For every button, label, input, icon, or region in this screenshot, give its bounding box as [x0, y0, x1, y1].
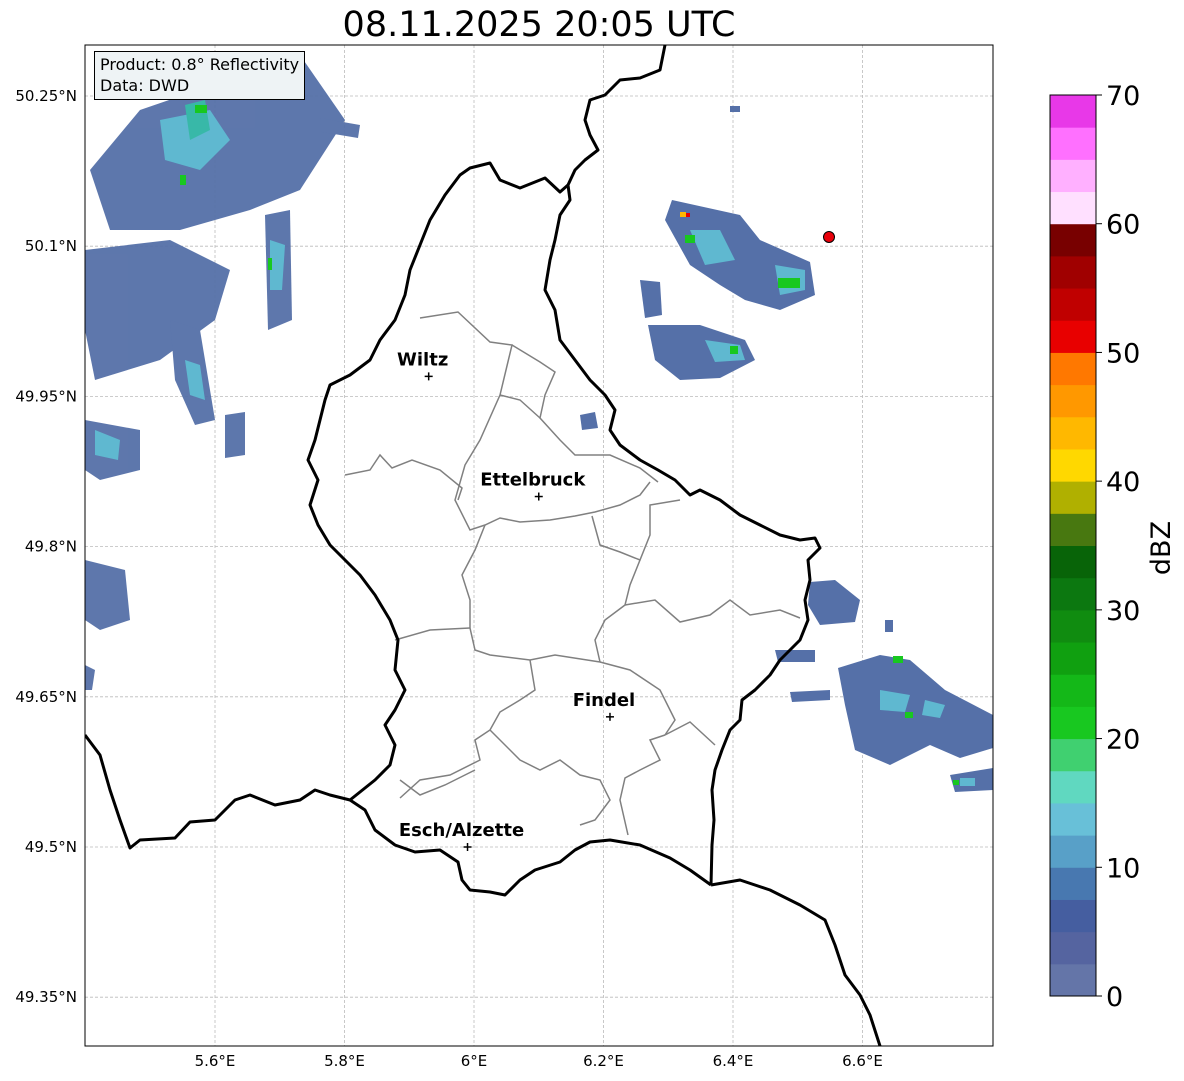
colorbar-tick-label: 10: [1106, 853, 1140, 884]
colorbar-segment: [1050, 706, 1096, 740]
colorbar-tick-label: 70: [1106, 81, 1140, 112]
colorbar: 0 10 20 30 40 50 60 70: [1049, 81, 1140, 1013]
city-label: Ettelbruck: [480, 470, 586, 491]
colorbar-segment: [1050, 963, 1096, 997]
colorbar-segment: [1050, 191, 1096, 225]
colorbar-segment: [1050, 448, 1096, 482]
colorbar-tick-label: 20: [1106, 725, 1140, 756]
lon-tick-label: 6.4°E: [713, 1052, 754, 1070]
colorbar-segment: [1050, 384, 1096, 418]
lat-tick-label: 49.5°N: [25, 838, 77, 856]
city-label: Esch/Alzette: [399, 820, 524, 841]
lon-tick-label: 6°E: [461, 1052, 488, 1070]
colorbar-label: dBZ: [1146, 521, 1177, 575]
colorbar-segment: [1050, 835, 1096, 868]
colorbar-tick-label: 30: [1106, 596, 1140, 627]
canton-boundaries: [344, 311, 801, 836]
lon-tick-label: 6.2°E: [583, 1052, 624, 1070]
colorbar-segment: [1050, 481, 1096, 514]
colorbar-tick-label: 40: [1106, 467, 1140, 498]
colorbar-segment: [1050, 288, 1096, 321]
colorbar-segment: [1050, 255, 1096, 289]
city-label: Wiltz: [397, 349, 448, 370]
radar-map: WiltzEttelbruckFindelEsch/Alzette 5.6°E 5…: [15, 44, 1177, 1070]
colorbar-segment: [1050, 577, 1096, 611]
reflectivity-echoes: [85, 55, 993, 792]
colorbar-segment: [1050, 416, 1096, 450]
info-box: Product: 0.8° Reflectivity Data: DWD: [94, 51, 306, 100]
colorbar-tick-label: 0: [1106, 982, 1123, 1013]
lat-tick-label: 50.25°N: [15, 87, 77, 105]
lon-tick-label: 6.6°E: [842, 1052, 883, 1070]
colorbar-segment: [1050, 802, 1096, 836]
colorbar-segment: [1050, 127, 1096, 160]
colorbar-segment: [1050, 545, 1096, 579]
colorbar-segment: [1050, 352, 1096, 386]
lon-tick-label: 5.8°E: [324, 1052, 365, 1070]
colorbar-segment: [1050, 642, 1096, 675]
colorbar-segment: [1050, 320, 1096, 353]
latitude-ticks: 50.25°N 50.1°N 49.95°N 49.8°N 49.65°N 49.5°N 4…: [15, 87, 77, 1006]
lat-tick-label: 49.8°N: [25, 538, 77, 556]
colorbar-segment: [1050, 159, 1096, 193]
lat-tick-label: 49.35°N: [15, 988, 77, 1006]
city-label: Findel: [573, 690, 636, 711]
colorbar-segment: [1050, 513, 1096, 546]
colorbar-segment: [1050, 609, 1096, 643]
colorbar-segment: [1050, 931, 1096, 965]
colorbar-segment: [1050, 899, 1096, 933]
cities: Wiltz Ettelbruck Findel Esch/Alzette: [397, 349, 635, 851]
colorbar-segment: [1050, 674, 1096, 707]
product-text: Product: 0.8° Reflectivity: [100, 55, 300, 74]
colorbar-segment: [1050, 223, 1096, 257]
longitude-ticks: 5.6°E 5.8°E 6°E 6.2°E 6.4°E 6.6°E: [195, 1052, 883, 1070]
lat-tick-label: 49.95°N: [15, 387, 77, 405]
colorbar-segment: [1050, 867, 1096, 900]
colorbar-segment: [1050, 738, 1096, 772]
colorbar-segment: [1050, 770, 1096, 804]
lat-tick-label: 50.1°N: [25, 237, 77, 255]
lat-tick-label: 49.65°N: [15, 688, 77, 706]
data-source-text: Data: DWD: [100, 76, 190, 95]
lon-tick-label: 5.6°E: [195, 1052, 236, 1070]
colorbar-tick-label: 50: [1106, 338, 1140, 369]
radar-site-marker: [823, 231, 835, 243]
colorbar-tick-label: 60: [1106, 210, 1140, 241]
colorbar-segment: [1050, 95, 1096, 128]
